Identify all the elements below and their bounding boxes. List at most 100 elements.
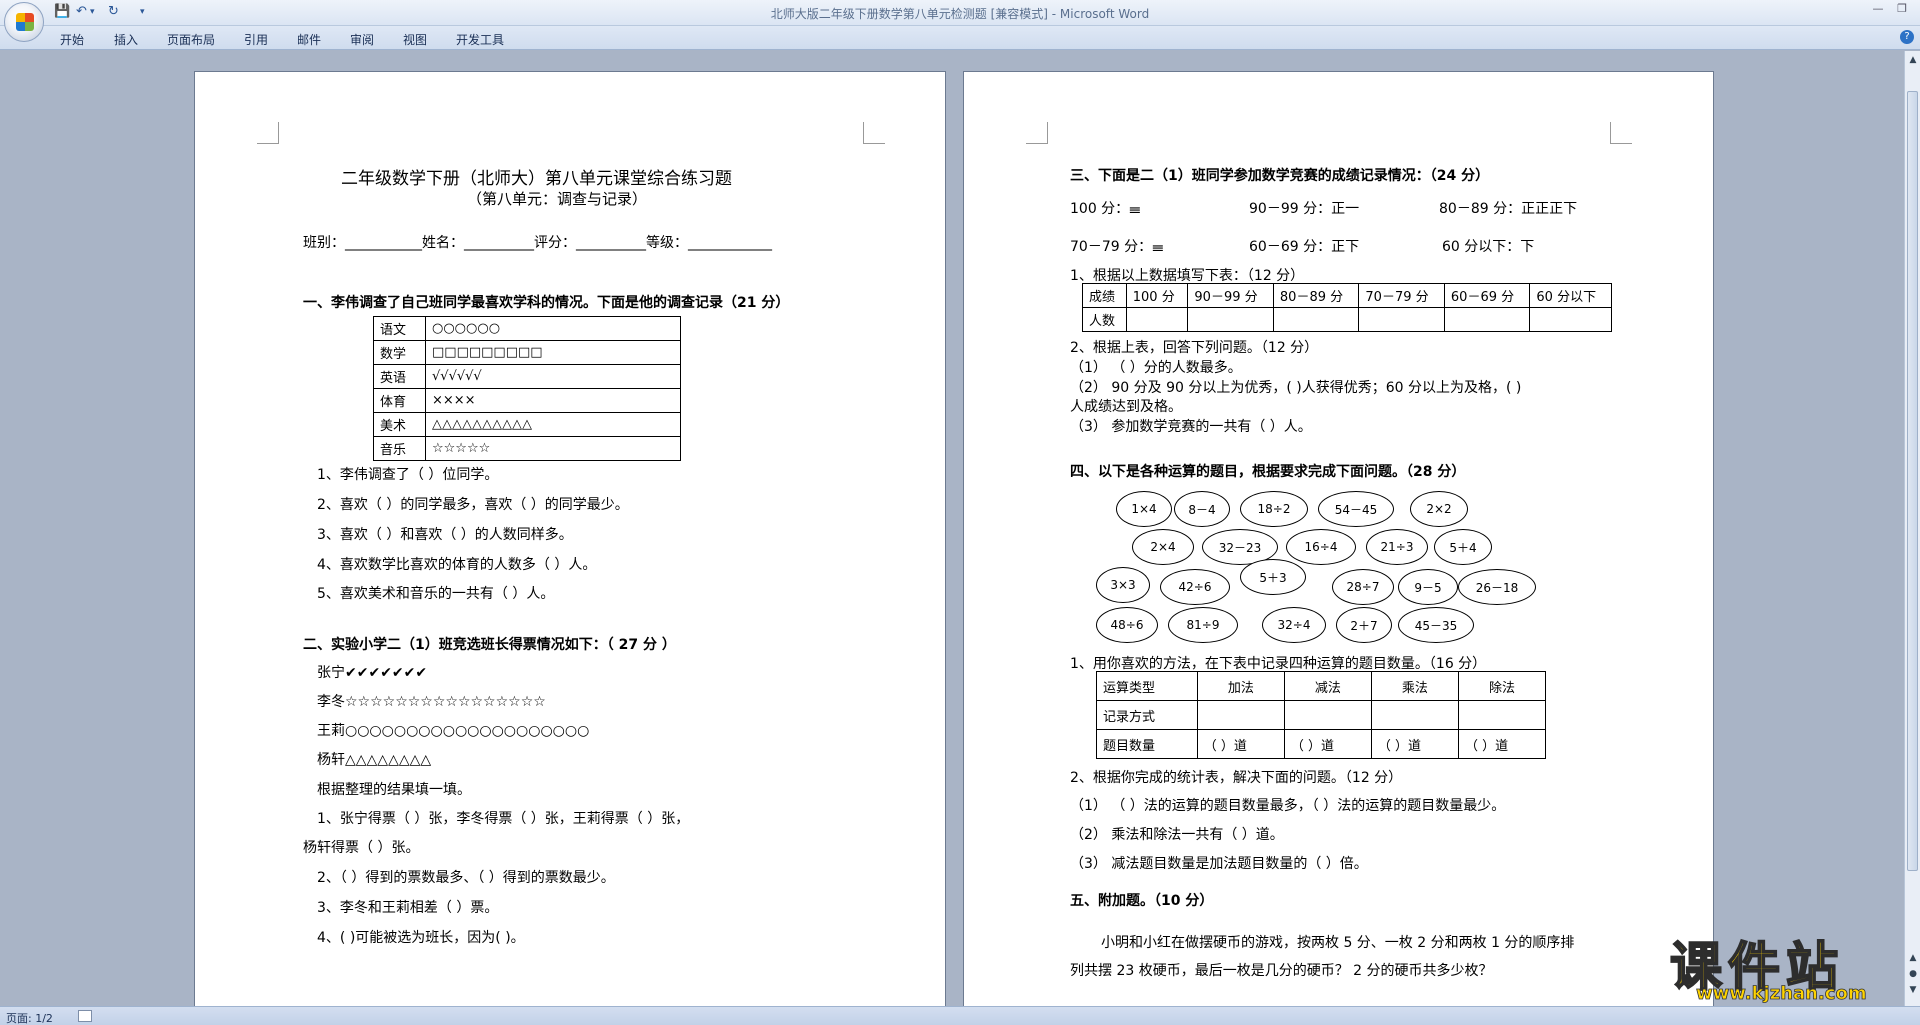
question[interactable]: 3、李冬和王莉相差（ ）票。 bbox=[317, 897, 498, 917]
minimize-icon[interactable]: — bbox=[1866, 0, 1890, 20]
table-header-cell[interactable]: 加法 bbox=[1196, 671, 1285, 701]
table-cell[interactable] bbox=[1443, 307, 1531, 332]
table-cell[interactable] bbox=[1125, 307, 1189, 332]
question[interactable]: 2、根据你完成的统计表，解决下面的问题。（12 分） bbox=[1070, 767, 1402, 787]
page-count[interactable]: 页面: 1/2 bbox=[6, 1010, 53, 1025]
table-cell[interactable]: 人数 bbox=[1082, 307, 1127, 332]
expression-oval[interactable]: 81÷9 bbox=[1168, 607, 1238, 643]
info-line[interactable]: 班别：___________姓名：__________评分：__________… bbox=[303, 232, 772, 252]
tally-cell[interactable]: △△△△△△△△△△ bbox=[425, 412, 681, 437]
question[interactable]: （1） （ ）分的人数最多。 bbox=[1070, 357, 1242, 377]
subject-cell[interactable]: 语文 bbox=[373, 316, 426, 341]
table-header-cell[interactable]: 成绩 bbox=[1082, 283, 1127, 308]
expression-oval[interactable]: 18÷2 bbox=[1240, 491, 1308, 527]
expression-oval[interactable]: 48÷6 bbox=[1096, 607, 1158, 643]
question[interactable]: 1、根据以上数据填写下表：（12 分） bbox=[1070, 265, 1304, 285]
expression-oval[interactable]: 54－45 bbox=[1318, 491, 1394, 527]
table-cell[interactable]: （ ）道 bbox=[1370, 729, 1459, 759]
question[interactable]: （2） 乘法和除法一共有（ ）道。 bbox=[1070, 824, 1284, 844]
question[interactable]: 1、张宁得票（ ）张，李冬得票（ ）张，王莉得票（ ）张， bbox=[317, 808, 689, 828]
tab-home[interactable]: 开始 bbox=[60, 31, 84, 48]
question[interactable]: 2、（ ）得到的票数最多、（ ）得到的票数最少。 bbox=[317, 867, 615, 887]
subject-cell[interactable]: 音乐 bbox=[373, 436, 426, 461]
question[interactable]: 4、喜欢数学比喜欢的体育的人数多（ ）人。 bbox=[317, 554, 596, 574]
vote-line[interactable]: 王莉○○○○○○○○○○○○○○○○○○○○ bbox=[317, 720, 589, 740]
section-2-heading[interactable]: 二、实验小学二（1）班竞选班长得票情况如下：（ 27 分 ） bbox=[303, 634, 676, 654]
tab-references[interactable]: 引用 bbox=[244, 31, 268, 48]
expression-oval[interactable]: 8－4 bbox=[1174, 491, 1230, 527]
expression-oval[interactable]: 45－35 bbox=[1398, 607, 1474, 643]
expression-oval[interactable]: 9－5 bbox=[1398, 569, 1458, 605]
proofing-icon[interactable] bbox=[78, 1010, 92, 1022]
doc-title[interactable]: 二年级数学下册（北师大）第八单元课堂综合练习题 bbox=[341, 164, 732, 189]
paragraph[interactable]: 列共摆 23 枚硬币，最后一枚是几分的硬币？ 2 分的硬币共多少枚？ bbox=[1070, 960, 1493, 980]
section-5-heading[interactable]: 五、附加题。（10 分） bbox=[1070, 890, 1213, 910]
tally-cell[interactable]: □□□□□□□□□ bbox=[425, 340, 681, 365]
expression-oval[interactable]: 32÷4 bbox=[1262, 607, 1326, 643]
table-header-cell[interactable]: 除法 bbox=[1457, 671, 1547, 701]
section-3-heading[interactable]: 三、下面是二（1）班同学参加数学竞赛的成绩记录情况：（24 分） bbox=[1070, 165, 1489, 185]
question[interactable]: 人成绩达到及格。 bbox=[1070, 396, 1182, 416]
table-cell[interactable] bbox=[1272, 307, 1360, 332]
expression-oval[interactable]: 16÷4 bbox=[1286, 529, 1356, 565]
score-record[interactable]: 60－69 分：正下 bbox=[1249, 236, 1359, 256]
subject-cell[interactable]: 数学 bbox=[373, 340, 426, 365]
score-record[interactable]: 100 分：𝍢 bbox=[1070, 198, 1141, 222]
table-cell[interactable]: （ ）道 bbox=[1283, 729, 1372, 759]
instruction[interactable]: 根据整理的结果填一填。 bbox=[317, 779, 471, 799]
table-cell[interactable] bbox=[1358, 307, 1445, 332]
table-cell[interactable]: （ ）道 bbox=[1196, 729, 1285, 759]
question[interactable]: （1） （ ）法的运算的题目数量最多，（ ）法的运算的题目数量最少。 bbox=[1070, 795, 1505, 815]
expression-oval[interactable]: 5＋3 bbox=[1240, 559, 1306, 595]
question[interactable]: 4、( )可能被选为班长，因为( )。 bbox=[317, 927, 525, 947]
vote-line[interactable]: 杨轩△△△△△△△△ bbox=[317, 749, 431, 769]
question[interactable]: 1、李伟调查了（ ）位同学。 bbox=[317, 464, 498, 484]
expression-oval[interactable]: 2×2 bbox=[1410, 491, 1468, 527]
subject-cell[interactable]: 体育 bbox=[373, 388, 426, 413]
vertical-scrollbar[interactable]: ▲ ▲ ● ▼ bbox=[1904, 51, 1920, 1006]
table-cell[interactable]: 题目数量 bbox=[1096, 729, 1198, 759]
expression-oval[interactable]: 2＋7 bbox=[1336, 607, 1392, 643]
restore-icon[interactable]: ❐ bbox=[1890, 0, 1914, 20]
expression-oval[interactable]: 3×3 bbox=[1096, 567, 1150, 603]
subject-cell[interactable]: 美术 bbox=[373, 412, 426, 437]
office-button[interactable] bbox=[4, 2, 44, 42]
expression-oval[interactable]: 2×4 bbox=[1132, 529, 1194, 565]
expression-oval[interactable]: 21÷3 bbox=[1366, 529, 1428, 565]
tab-view[interactable]: 视图 bbox=[403, 31, 427, 48]
question[interactable]: 2、根据上表，回答下列问题。（12 分） bbox=[1070, 337, 1318, 357]
tally-cell[interactable]: √√√√√√ bbox=[425, 364, 681, 389]
tally-cell[interactable]: ○○○○○○ bbox=[425, 316, 681, 341]
expression-oval[interactable]: 28÷7 bbox=[1332, 569, 1394, 605]
table-header-cell[interactable]: 减法 bbox=[1283, 671, 1372, 701]
scroll-up-icon[interactable]: ▲ bbox=[1906, 53, 1920, 67]
question[interactable]: （3） 减法题目数量是加法题目数量的（ ）倍。 bbox=[1070, 853, 1368, 873]
doc-subtitle[interactable]: （第八单元：调查与记录） bbox=[467, 188, 647, 209]
table-cell[interactable] bbox=[1196, 700, 1285, 730]
table-header-cell[interactable]: 60－69 分 bbox=[1443, 283, 1531, 308]
tab-developer[interactable]: 开发工具 bbox=[456, 31, 504, 48]
section-1-heading[interactable]: 一、李伟调查了自己班同学最喜欢学科的情况。下面是他的调查记录（21 分） bbox=[303, 292, 789, 312]
table-header-cell[interactable]: 70－79 分 bbox=[1358, 283, 1445, 308]
score-record[interactable]: 80－89 分：正正正下 bbox=[1439, 198, 1577, 218]
tally-cell[interactable]: ☆☆☆☆☆ bbox=[425, 436, 681, 461]
tally-cell[interactable]: ×××× bbox=[425, 388, 681, 413]
table-header-cell[interactable]: 60 分以下 bbox=[1529, 283, 1612, 308]
table-header-cell[interactable]: 80－89 分 bbox=[1272, 283, 1360, 308]
expression-oval[interactable]: 1×4 bbox=[1116, 491, 1172, 527]
score-record[interactable]: 60 分以下：下 bbox=[1442, 236, 1534, 256]
question[interactable]: 3、喜欢（ ）和喜欢（ ）的人数同样多。 bbox=[317, 524, 573, 544]
table-cell[interactable] bbox=[1283, 700, 1372, 730]
scroll-thumb[interactable] bbox=[1907, 91, 1918, 871]
question[interactable]: 1、用你喜欢的方法，在下表中记录四种运算的题目数量。（16 分） bbox=[1070, 653, 1486, 673]
expression-oval[interactable]: 42÷6 bbox=[1160, 569, 1230, 605]
table-cell[interactable]: 记录方式 bbox=[1096, 700, 1198, 730]
table-cell[interactable] bbox=[1457, 700, 1547, 730]
question[interactable]: 5、喜欢美术和音乐的一共有（ ）人。 bbox=[317, 583, 554, 603]
question[interactable]: 2、喜欢（ ）的同学最多，喜欢（ ）的同学最少。 bbox=[317, 494, 629, 514]
expression-oval[interactable]: 5＋4 bbox=[1434, 529, 1492, 565]
question[interactable]: （2） 90 分及 90 分以上为优秀，( )人获得优秀；60 分以上为及格，(… bbox=[1070, 377, 1521, 397]
table-header-cell[interactable]: 90－99 分 bbox=[1187, 283, 1274, 308]
vote-line[interactable]: 张宁✔✔✔✔✔✔✔ bbox=[317, 662, 427, 682]
table-header-cell[interactable]: 运算类型 bbox=[1096, 671, 1198, 701]
